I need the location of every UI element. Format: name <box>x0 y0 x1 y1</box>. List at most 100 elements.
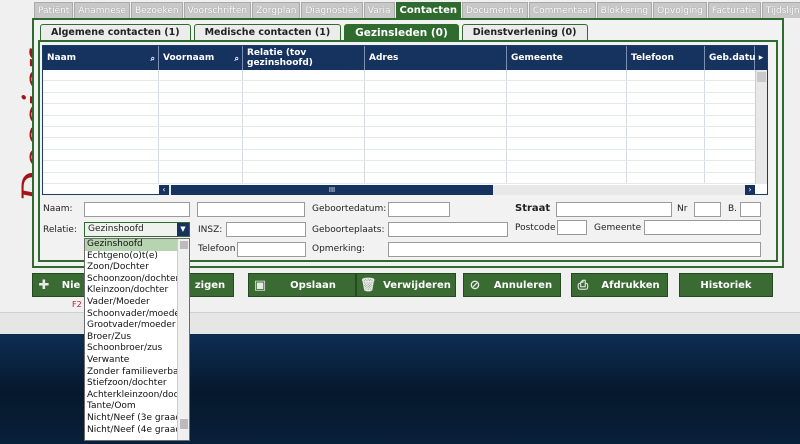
tab-patient[interactable]: Patiënt <box>34 2 74 18</box>
tab-voorschriften[interactable]: Voorschriften <box>183 2 252 18</box>
dropdown-option[interactable]: Vader/Moeder <box>85 297 179 309</box>
new-button[interactable]: ✚ Nie <box>32 273 88 297</box>
scroll-thumb-label[interactable]: III <box>171 185 493 195</box>
table-row[interactable] <box>43 92 755 105</box>
table-row[interactable] <box>43 161 755 173</box>
dropdown-option[interactable]: Schoonzoon/dochter <box>85 274 179 286</box>
sub-tab-bar: Algemene contacten (1) Medische contacte… <box>40 24 591 41</box>
col-adres[interactable]: Adres <box>365 46 507 70</box>
dropdown-option[interactable]: Echtgeno(o)t(e) <box>85 251 179 263</box>
dropdown-option[interactable]: Schoonvader/moeder <box>85 309 179 321</box>
edit-button[interactable]: zigen <box>186 273 234 297</box>
tab-commentaar[interactable]: Commentaar <box>528 2 596 18</box>
tab-blokkering[interactable]: Blokkering <box>596 2 653 18</box>
new-button-label: Nie <box>61 279 81 291</box>
dropdown-option[interactable]: Verwante <box>85 355 179 367</box>
dropdown-option[interactable]: Tante/Oom <box>85 401 179 413</box>
opmerking-label: Opmerking: <box>312 244 365 254</box>
grid-header: Naam ⌕ Voornaam ⌕ Relatie (tov gezinshoo… <box>43 46 767 70</box>
plus-icon: ✚ <box>38 277 50 293</box>
cancel-icon: ⊘ <box>469 277 481 293</box>
subtab-gezinsleden[interactable]: Gezinsleden (0) <box>344 24 459 41</box>
postcode-input[interactable] <box>557 220 587 235</box>
insz-label: INSZ: <box>198 225 223 235</box>
app-window: Dossier Patiënt Anamnese Bezoeken Voorsc… <box>0 0 800 441</box>
tab-diagnostiek[interactable]: Diagnostiek <box>301 2 363 18</box>
dropdown-option[interactable]: Gezinshoofd <box>85 239 179 251</box>
save-button[interactable]: ▣ Opslaan <box>248 273 356 297</box>
dropdown-option[interactable]: Grootvader/moeder <box>85 320 179 332</box>
table-row[interactable] <box>43 138 755 150</box>
tab-varia[interactable]: Varia <box>363 2 395 18</box>
tab-anamnese[interactable]: Anamnese <box>74 2 130 18</box>
print-button-label: Afdrukken <box>601 279 660 291</box>
search-icon[interactable]: ⌕ <box>151 54 155 64</box>
tab-zorgplan[interactable]: Zorgplan <box>252 2 301 18</box>
relatie-selected-value: Gezinshoofd <box>88 224 144 234</box>
nr-label: Nr <box>677 204 688 214</box>
subtab-algemene-contacten[interactable]: Algemene contacten (1) <box>40 24 191 41</box>
geboorteplaats-input[interactable] <box>388 222 508 237</box>
history-button[interactable]: Historiek <box>679 273 773 297</box>
opmerking-input[interactable] <box>388 242 761 257</box>
relatie-dropdown-list[interactable]: Gezinshoofd Echtgeno(o)t(e) Zoon/Dochter… <box>84 238 190 441</box>
gemeente-input[interactable] <box>644 220 761 235</box>
dropdown-option[interactable]: Broer/Zus <box>85 332 179 344</box>
dropdown-option[interactable]: Stiefzoon/dochter <box>85 378 179 390</box>
chevron-right-icon[interactable]: ▸ <box>755 46 767 70</box>
chevron-left-icon[interactable]: ‹ <box>159 185 169 195</box>
col-gebdatum[interactable]: Geb.datu <box>705 46 756 70</box>
col-naam[interactable]: Naam ⌕ <box>43 46 159 70</box>
subtab-medische-contacten[interactable]: Medische contacten (1) <box>193 24 342 41</box>
insz-input[interactable] <box>226 222 306 237</box>
table-row[interactable] <box>43 149 755 162</box>
tab-bezoeken[interactable]: Bezoeken <box>130 2 183 18</box>
table-row[interactable] <box>43 104 755 116</box>
voornaam-input[interactable] <box>197 202 305 217</box>
grid-horizontal-scrollbar[interactable]: ‹ III › <box>159 185 755 195</box>
cancel-button[interactable]: ⊘ Annuleren <box>463 273 561 297</box>
chevron-right-icon[interactable]: › <box>745 185 755 195</box>
dropdown-scrollbar[interactable] <box>177 239 189 440</box>
bus-input[interactable] <box>740 202 761 217</box>
dropdown-option[interactable]: Nicht/Neef (3e graad) <box>85 413 179 425</box>
chevron-down-icon[interactable]: ▼ <box>177 223 189 236</box>
print-button[interactable]: ⎙ Afdrukken <box>571 273 668 297</box>
relatie-select[interactable]: Gezinshoofd ▼ <box>84 222 190 237</box>
dropdown-option[interactable]: Zonder familieverband <box>85 367 179 379</box>
gezinsleden-grid[interactable]: Naam ⌕ Voornaam ⌕ Relatie (tov gezinshoo… <box>42 45 768 195</box>
tab-facturatie[interactable]: Facturatie <box>707 2 761 18</box>
tab-documenten[interactable]: Documenten <box>461 2 528 18</box>
col-relatie[interactable]: Relatie (tov gezinshoofd) <box>243 46 365 70</box>
table-row[interactable] <box>43 70 755 82</box>
geboortedatum-input[interactable] <box>388 202 450 217</box>
tab-contacten[interactable]: Contacten <box>395 2 461 18</box>
scroll-thumb[interactable] <box>180 419 188 429</box>
dropdown-option[interactable]: Achterkleinzoon/dochter <box>85 390 179 402</box>
nr-input[interactable] <box>694 202 721 217</box>
dropdown-option[interactable]: Nicht/Neef (4e graad) <box>85 425 179 437</box>
dropdown-option[interactable]: Zoon/Dochter <box>85 262 179 274</box>
table-row[interactable] <box>43 115 755 127</box>
straat-input[interactable] <box>556 202 672 217</box>
dropdown-option[interactable]: Schoonbroer/zus <box>85 343 179 355</box>
grid-vertical-scrollbar[interactable] <box>755 70 767 184</box>
postcode-label: Postcode <box>515 223 556 233</box>
scroll-thumb[interactable] <box>757 72 766 82</box>
tab-opvolging[interactable]: Opvolging <box>653 2 707 18</box>
tab-tijdslijn[interactable]: Tijdslijn <box>761 2 800 18</box>
subtab-dienstverlening[interactable]: Dienstverlening (0) <box>461 24 588 41</box>
delete-button[interactable]: 🗑 Verwijderen <box>356 273 456 297</box>
col-gemeente[interactable]: Gemeente <box>507 46 627 70</box>
col-voornaam[interactable]: Voornaam ⌕ <box>159 46 243 70</box>
search-icon[interactable]: ⌕ <box>235 54 239 64</box>
delete-button-label: Verwijderen <box>383 279 451 291</box>
col-telefoon[interactable]: Telefoon <box>627 46 705 70</box>
table-row[interactable] <box>43 172 755 184</box>
naam-input[interactable] <box>84 202 190 217</box>
dropdown-option[interactable]: Kleinzoon/dochter <box>85 285 179 297</box>
table-row[interactable] <box>43 81 755 93</box>
table-row[interactable] <box>43 126 755 139</box>
scroll-thumb[interactable] <box>180 241 188 249</box>
telefoon-input[interactable] <box>237 242 306 257</box>
